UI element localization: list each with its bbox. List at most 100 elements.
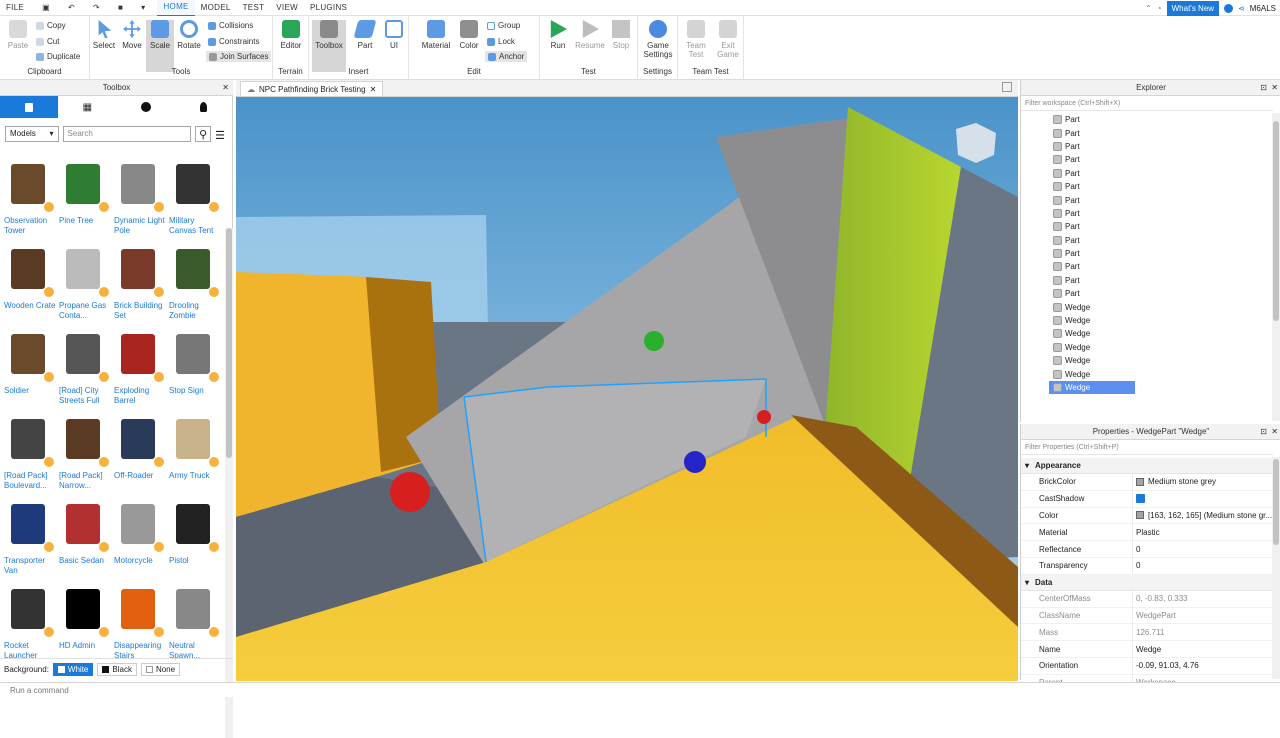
share-icon[interactable]: ⋖ — [1238, 4, 1245, 13]
property-value[interactable]: Plastic — [1133, 524, 1273, 540]
property-row[interactable]: BrickColor Medium stone grey — [1021, 474, 1273, 491]
toolbox-item[interactable]: Army Truck — [169, 415, 221, 495]
toolbox-scroll-thumb[interactable] — [226, 228, 232, 458]
tab-view[interactable]: VIEW — [270, 0, 304, 16]
property-value[interactable]: 126.711 — [1133, 624, 1273, 640]
toolbox-item[interactable]: Disappearing Stairs — [114, 585, 166, 665]
part-button[interactable]: Part — [351, 20, 379, 50]
property-value[interactable]: WedgePart — [1133, 608, 1273, 624]
explorer-row[interactable]: Part — [1021, 234, 1273, 247]
chevron-down-icon[interactable]: ▾ — [135, 0, 151, 16]
rotate-button[interactable]: Rotate — [174, 20, 204, 50]
toolbox-item[interactable]: Stop Sign — [169, 330, 221, 410]
tab-creations[interactable] — [175, 96, 233, 118]
property-value[interactable]: Medium stone grey — [1133, 474, 1273, 490]
run-button[interactable]: Run — [544, 20, 572, 50]
anchor-button[interactable]: Anchor — [485, 51, 528, 62]
join-surfaces-toggle[interactable]: Join Surfaces — [206, 51, 272, 62]
toolbox-item[interactable]: Drooling Zombie — [169, 245, 221, 325]
explorer-row[interactable]: Wedge — [1021, 327, 1273, 340]
explorer-row[interactable]: Wedge — [1049, 380, 1135, 395]
property-row[interactable]: Color [163, 162, 165] (Medium stone gr... — [1021, 507, 1273, 525]
toolbox-item[interactable]: Exploding Barrel — [114, 330, 166, 410]
maximize-icon[interactable] — [1002, 82, 1012, 92]
explorer-row[interactable]: Wedge — [1021, 300, 1273, 313]
properties-scroll-thumb[interactable] — [1273, 459, 1279, 545]
explorer-row[interactable]: Part — [1021, 113, 1273, 126]
bg-black-option[interactable]: Black — [97, 663, 137, 676]
tab-marketplace[interactable] — [0, 96, 59, 118]
property-row[interactable]: Transparency 0 — [1021, 557, 1273, 575]
scale-button[interactable]: Scale — [146, 20, 174, 72]
property-row[interactable]: Name Wedge — [1021, 641, 1273, 658]
explorer-row[interactable]: Part — [1021, 180, 1273, 193]
whats-new-button[interactable]: What's New — [1166, 0, 1220, 16]
explorer-scrollbar[interactable] — [1272, 113, 1280, 421]
toolbox-item[interactable]: Wooden Crate — [4, 245, 56, 325]
notification-icon[interactable]: ◔ — [1157, 4, 1162, 13]
appearance-section[interactable]: ▾ Appearance — [1021, 458, 1273, 474]
toolbox-item[interactable]: Off-Roader — [114, 415, 166, 495]
help-icon[interactable] — [1224, 3, 1234, 13]
close-icon[interactable]: ✕ — [1271, 80, 1278, 96]
tab-home[interactable]: HOME — [157, 0, 195, 17]
property-row[interactable]: Material Plastic — [1021, 524, 1273, 542]
tab-recent[interactable] — [117, 96, 175, 118]
team-test-button[interactable]: Team Test — [682, 20, 710, 59]
explorer-filter-input[interactable]: Filter workspace (Ctrl+Shift+X) — [1021, 97, 1273, 111]
explorer-row[interactable]: Part — [1021, 287, 1273, 300]
tab-model[interactable]: MODEL — [195, 0, 237, 16]
toolbox-item[interactable]: Basic Sedan — [59, 500, 111, 580]
properties-scrollbar[interactable] — [1272, 457, 1280, 679]
toolbox-item[interactable]: Neutral Spawn... — [169, 585, 221, 665]
explorer-row[interactable]: Part — [1021, 247, 1273, 260]
lock-button[interactable]: Lock — [487, 37, 515, 46]
close-icon[interactable]: ✕ — [1271, 424, 1278, 440]
explorer-row[interactable]: Part — [1021, 274, 1273, 287]
explorer-row[interactable]: Part — [1021, 220, 1273, 233]
toolbox-item[interactable]: Military Canvas Tent — [169, 160, 221, 240]
toolbox-button[interactable]: Toolbox — [312, 20, 346, 72]
explorer-row[interactable]: Wedge — [1021, 314, 1273, 327]
toolbox-item[interactable]: [Road] City Streets Full — [59, 330, 111, 410]
close-icon[interactable]: ✕ — [370, 85, 377, 94]
command-input[interactable]: Run a command — [10, 686, 69, 695]
toolbox-item[interactable]: Propane Gas Conta... — [59, 245, 111, 325]
explorer-row[interactable]: Part — [1021, 140, 1273, 153]
cut-button[interactable]: Cut — [36, 37, 59, 46]
tab-inventory[interactable]: ▦ — [58, 96, 116, 118]
close-icon[interactable]: ✕ — [222, 80, 229, 96]
explorer-row[interactable]: Part — [1021, 193, 1273, 206]
duplicate-button[interactable]: Duplicate — [36, 52, 80, 61]
quick-access-icon[interactable]: ■ — [112, 0, 129, 16]
search-icon[interactable]: ⚲ — [195, 126, 212, 142]
property-value[interactable] — [1133, 491, 1273, 507]
property-value[interactable]: 0 — [1133, 541, 1273, 557]
property-value[interactable]: Wedge — [1133, 641, 1273, 657]
toolbox-item[interactable]: Observation Tower — [4, 160, 56, 240]
toolbox-item[interactable]: [Road Pack] Narrow... — [59, 415, 111, 495]
copy-button[interactable]: Copy — [36, 21, 66, 30]
command-bar[interactable]: Run a command — [0, 682, 1280, 697]
toolbox-item[interactable]: Rocket Launcher — [4, 585, 56, 665]
tab-plugins[interactable]: PLUGINS — [304, 0, 353, 16]
redo-icon[interactable]: ↷ — [87, 0, 106, 16]
explorer-scroll-thumb[interactable] — [1273, 121, 1279, 321]
toolbox-item[interactable]: Pine Tree — [59, 160, 111, 240]
ui-button[interactable]: UI — [381, 20, 407, 50]
bg-none-option[interactable]: None — [140, 663, 181, 676]
checkbox-checked-icon[interactable] — [1136, 494, 1145, 504]
collapse-icon[interactable]: ⌃ — [1145, 4, 1152, 13]
property-row[interactable]: Reflectance 0 — [1021, 541, 1273, 558]
explorer-row[interactable]: Part — [1021, 153, 1273, 166]
property-value[interactable]: 0, -0.83, 0.333 — [1133, 591, 1273, 607]
terrain-editor-button[interactable]: Editor — [277, 20, 305, 50]
search-input[interactable]: Search — [62, 126, 192, 142]
explorer-row[interactable]: Part — [1021, 260, 1273, 273]
constraints-toggle[interactable]: Constraints — [208, 37, 259, 46]
property-value[interactable]: 0 — [1133, 558, 1273, 574]
property-value[interactable]: -0.09, 91.03, 4.76 — [1133, 658, 1273, 674]
document-tab[interactable]: ☁ NPC Pathfinding Brick Testing ✕ — [240, 81, 384, 96]
tab-test[interactable]: TEST — [237, 0, 271, 16]
toolbox-item[interactable]: Pistol — [169, 500, 221, 580]
